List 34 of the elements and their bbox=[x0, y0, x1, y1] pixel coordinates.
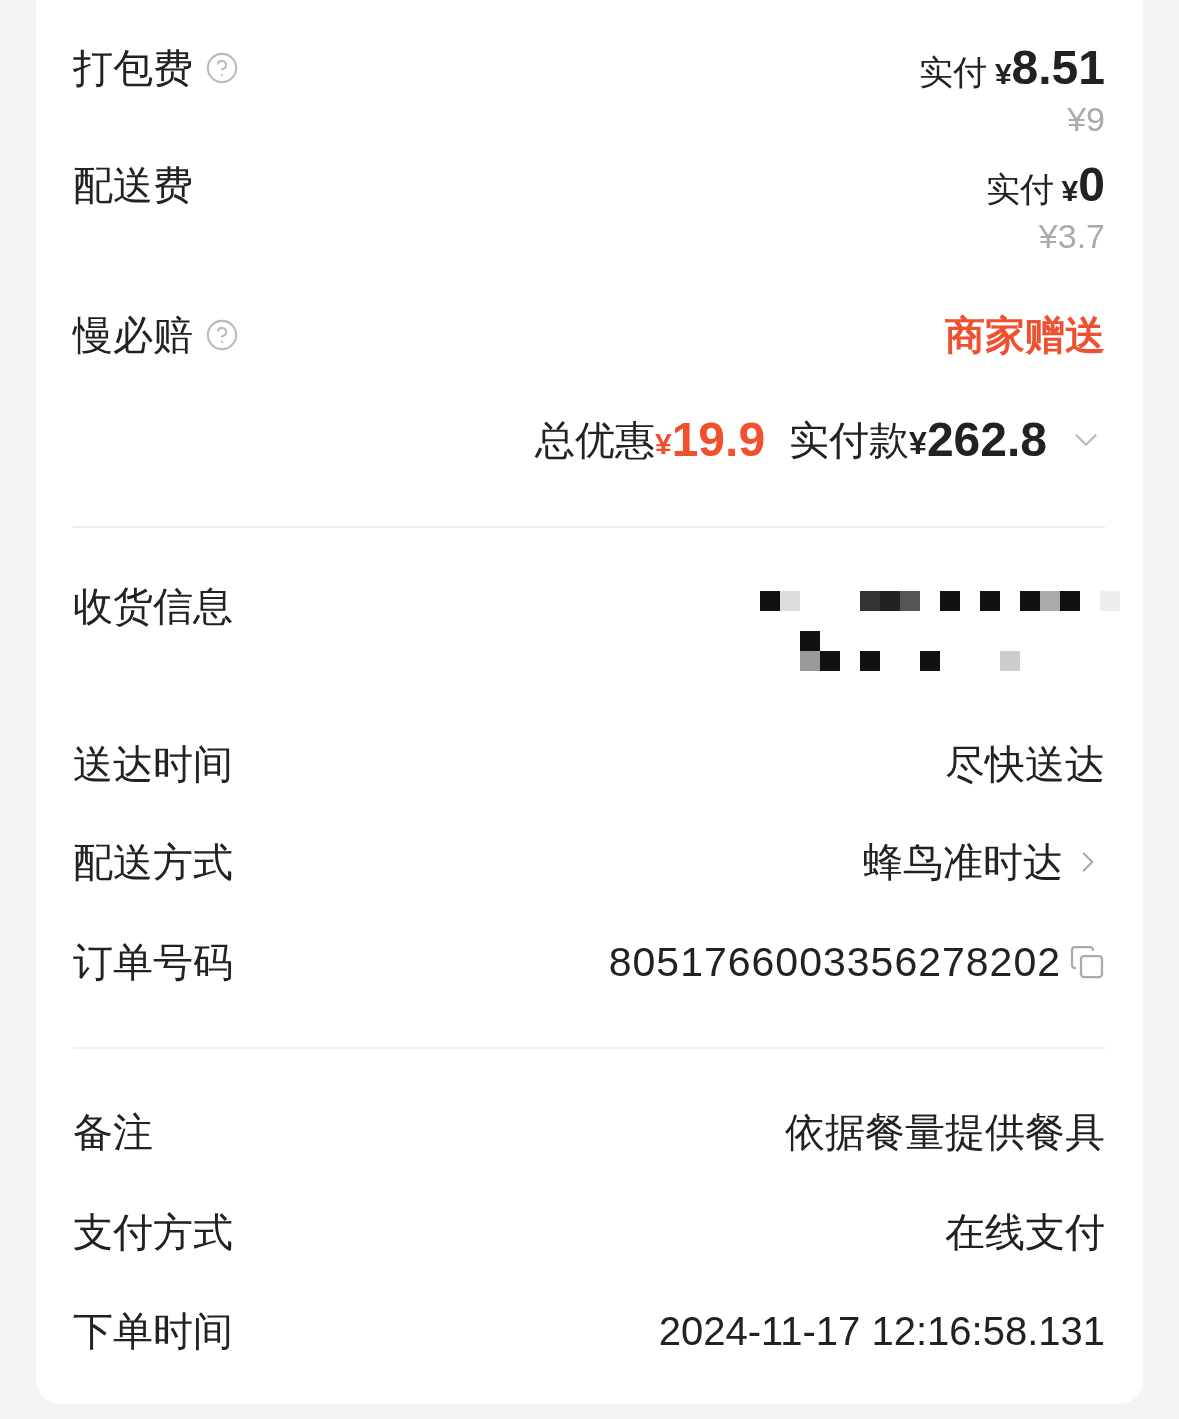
original-price: ¥9 bbox=[1067, 100, 1105, 138]
row-value: 2024-11-17 12:16:58.131 bbox=[658, 1308, 1105, 1355]
discount-label: 总优惠 bbox=[534, 417, 655, 464]
row-value: 尽快送达 bbox=[945, 741, 1105, 788]
row-value: 在线支付 bbox=[945, 1209, 1105, 1256]
paid-amount: 0 bbox=[1078, 159, 1105, 211]
help-icon[interactable] bbox=[205, 318, 239, 352]
delivery-method-link[interactable]: 蜂鸟准时达 bbox=[863, 836, 1105, 888]
total-label: 实付款 bbox=[789, 417, 910, 464]
row-label: 收货信息 bbox=[73, 583, 233, 630]
row-label: 下单时间 bbox=[73, 1308, 233, 1355]
total-amount: 262.8 bbox=[926, 414, 1047, 466]
currency-sign: ¥ bbox=[994, 57, 1012, 92]
currency-sign: ¥ bbox=[1061, 174, 1079, 209]
currency-sign: ¥ bbox=[909, 425, 927, 463]
paid-label: 实付 bbox=[918, 52, 987, 93]
row-label: 慢必赔 bbox=[73, 312, 193, 359]
row-label: 订单号码 bbox=[73, 939, 233, 986]
help-icon[interactable] bbox=[205, 51, 239, 85]
row-label: 配送方式 bbox=[73, 839, 233, 886]
paid-label: 实付 bbox=[985, 169, 1054, 210]
copy-icon[interactable] bbox=[1069, 944, 1105, 980]
order-number: 8051766003356278202 bbox=[608, 938, 1061, 987]
row-label: 打包费 bbox=[73, 45, 193, 92]
row-label: 支付方式 bbox=[73, 1209, 233, 1256]
row-label: 备注 bbox=[73, 1109, 153, 1156]
original-price: ¥3.7 bbox=[1038, 217, 1105, 255]
row-label: 送达时间 bbox=[73, 741, 233, 788]
paid-amount: 8.51 bbox=[1011, 42, 1105, 94]
discount-amount: 19.9 bbox=[671, 414, 766, 466]
currency-sign: ¥ bbox=[654, 426, 672, 462]
gift-label: 商家赠送 bbox=[945, 312, 1105, 359]
row-label: 配送费 bbox=[73, 162, 193, 209]
row-value: 依据餐量提供餐具 bbox=[785, 1109, 1105, 1156]
